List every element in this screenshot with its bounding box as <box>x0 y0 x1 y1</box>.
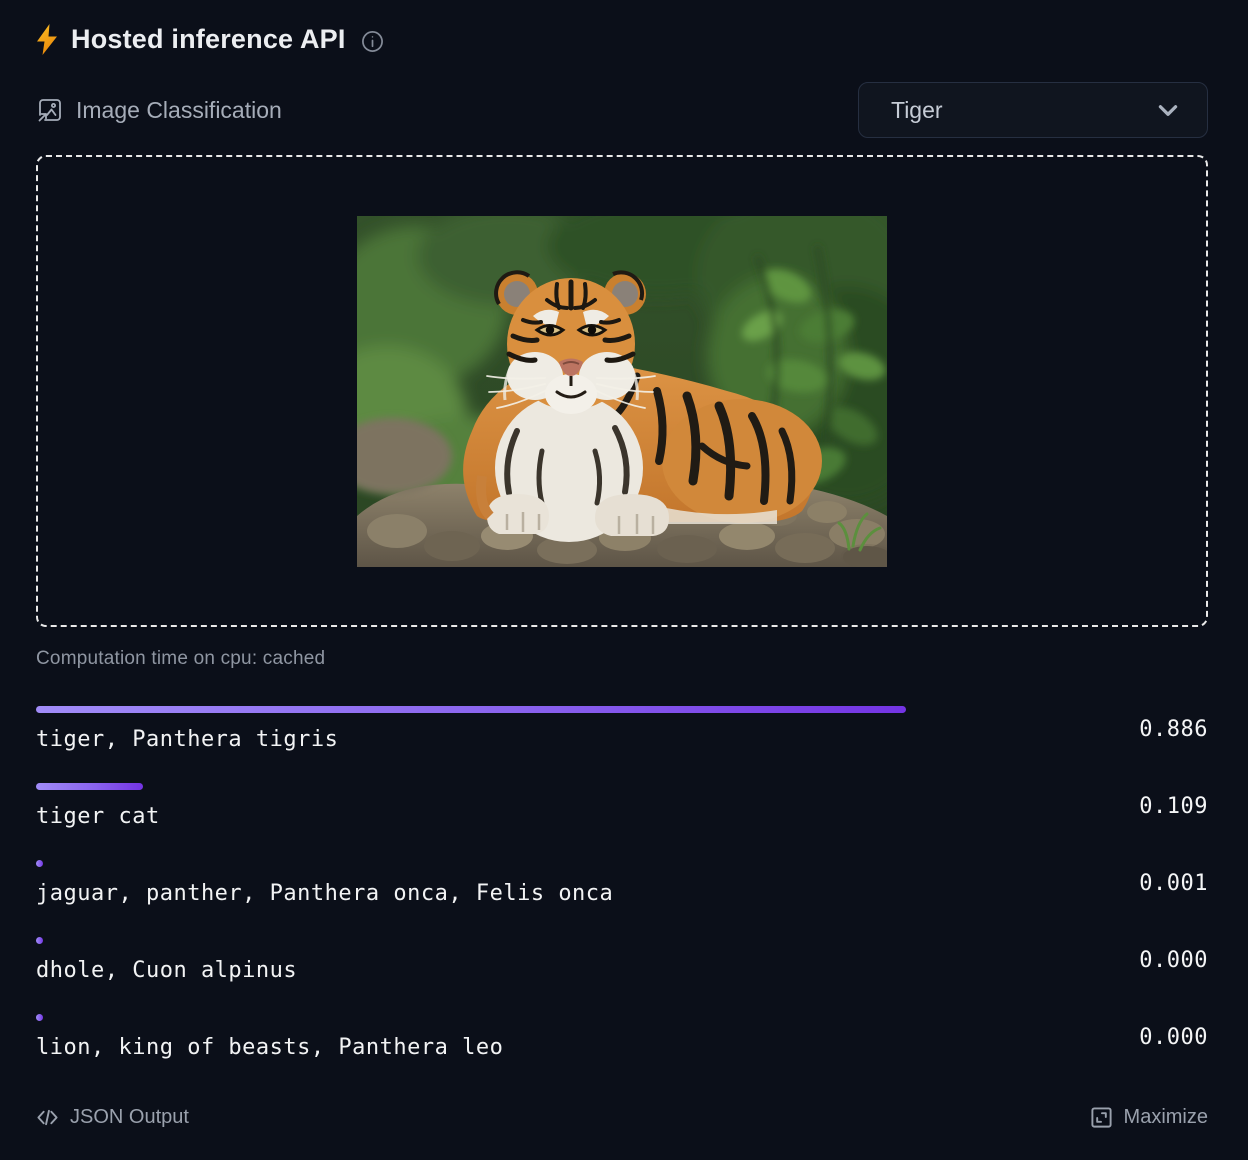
widget-header: Hosted inference API <box>36 24 1208 55</box>
result-row: tiger, Panthera tigris 0.886 <box>36 706 1208 752</box>
toolbar: Image Classification Tiger <box>36 82 1208 138</box>
score-bar <box>36 937 43 944</box>
class-label: dhole, Cuon alpinus <box>36 958 1018 983</box>
info-icon[interactable] <box>361 30 384 53</box>
json-output-button[interactable]: JSON Output <box>36 1106 189 1129</box>
class-score: 0.109 <box>1018 794 1208 819</box>
score-bar <box>36 706 906 713</box>
maximize-button[interactable]: Maximize <box>1090 1106 1208 1129</box>
computation-time: Computation time on cpu: cached <box>36 648 1208 670</box>
input-image-tiger <box>357 216 887 567</box>
class-score: 0.000 <box>1018 948 1208 973</box>
result-row: jaguar, panther, Panthera onca, Felis on… <box>36 860 1208 906</box>
class-label: lion, king of beasts, Panthera leo <box>36 1035 1018 1060</box>
result-row: dhole, Cuon alpinus 0.000 <box>36 937 1208 983</box>
result-row: lion, king of beasts, Panthera leo 0.000 <box>36 1014 1208 1060</box>
example-select[interactable]: Tiger <box>858 82 1208 138</box>
maximize-icon <box>1090 1106 1113 1129</box>
class-score: 0.886 <box>1018 717 1208 742</box>
result-row: tiger cat 0.109 <box>36 783 1208 829</box>
json-output-label: JSON Output <box>70 1106 189 1129</box>
class-label: tiger cat <box>36 804 1018 829</box>
chevron-down-icon <box>1155 97 1181 123</box>
task-label: Image Classification <box>76 97 282 124</box>
task-type: Image Classification <box>36 96 282 124</box>
code-icon <box>36 1106 59 1129</box>
maximize-label: Maximize <box>1124 1106 1208 1129</box>
image-classification-icon <box>36 96 64 124</box>
image-dropzone[interactable] <box>36 155 1208 627</box>
score-bar <box>36 1014 43 1021</box>
page-title: Hosted inference API <box>71 24 346 55</box>
score-bar <box>36 860 43 867</box>
classification-results: tiger, Panthera tigris 0.886 tiger cat 0… <box>36 706 1208 1060</box>
class-label: tiger, Panthera tigris <box>36 727 1018 752</box>
example-select-value: Tiger <box>891 97 943 124</box>
class-score: 0.000 <box>1018 1025 1208 1050</box>
widget-footer: JSON Output Maximize <box>36 1106 1208 1129</box>
class-label: jaguar, panther, Panthera onca, Felis on… <box>36 881 1018 906</box>
score-bar <box>36 783 143 790</box>
lightning-bolt-icon <box>36 24 58 55</box>
class-score: 0.001 <box>1018 871 1208 896</box>
